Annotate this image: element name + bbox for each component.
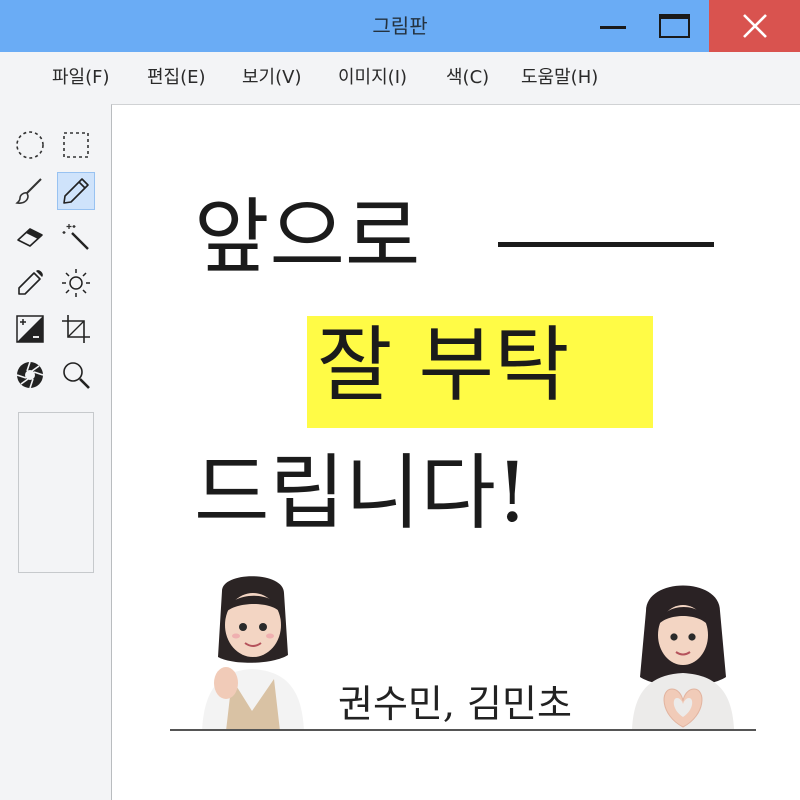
toolbox — [0, 104, 110, 800]
magic-wand-icon — [62, 224, 89, 250]
magic-wand-tool[interactable] — [57, 218, 95, 256]
menu-help[interactable]: 도움말(H) — [521, 52, 598, 104]
close-icon — [742, 14, 767, 38]
title-bar: 그림판 — [0, 0, 800, 52]
menu-edit[interactable]: 편집(E) — [147, 52, 206, 104]
brightness-tool[interactable] — [57, 264, 95, 302]
zoom-tool[interactable] — [57, 356, 95, 394]
minimize-icon — [600, 25, 626, 29]
eraser-icon — [17, 228, 43, 247]
pencil-icon — [63, 178, 89, 204]
invert-icon — [16, 315, 44, 343]
eyedropper-icon — [18, 270, 43, 295]
invert-tool[interactable] — [11, 310, 49, 348]
canvas-underline — [170, 729, 756, 731]
minimize-button[interactable] — [590, 0, 636, 52]
eraser-tool[interactable] — [11, 218, 49, 256]
brush-tool[interactable] — [11, 172, 49, 210]
color-preview-box — [18, 412, 94, 573]
text-line-1: 앞으로 — [194, 190, 421, 285]
maximize-button[interactable] — [646, 0, 702, 52]
crop-icon — [62, 315, 90, 343]
drawn-line — [498, 242, 714, 247]
ellipse-select-tool[interactable] — [11, 126, 49, 164]
aperture-icon — [16, 361, 44, 389]
drawing-canvas[interactable]: 앞으로 잘 부탁 드립니다! 권수민, 김민초 — [111, 104, 800, 800]
ellipse-select-icon — [16, 131, 44, 159]
avatar-right — [632, 585, 734, 729]
menu-image[interactable]: 이미지(I) — [338, 52, 407, 104]
menu-color[interactable]: 색(C) — [446, 52, 489, 104]
zoom-icon — [63, 362, 90, 389]
maximize-icon — [658, 14, 690, 38]
menu-bar: 파일(F) 편집(E) 보기(V) 이미지(I) 색(C) 도움말(H) — [0, 52, 800, 104]
author-names: 권수민, 김민초 — [338, 682, 572, 726]
avatar-left — [202, 576, 304, 731]
brightness-icon — [62, 269, 90, 297]
rect-select-icon — [63, 132, 89, 158]
pencil-tool[interactable] — [57, 172, 95, 210]
text-line-2: 잘 부탁 — [317, 318, 570, 413]
menu-view[interactable]: 보기(V) — [242, 52, 301, 104]
aperture-tool[interactable] — [11, 356, 49, 394]
rect-select-tool[interactable] — [57, 126, 95, 164]
crop-tool[interactable] — [57, 310, 95, 348]
text-line-3: 드립니다! — [194, 446, 529, 541]
brush-icon — [15, 178, 42, 204]
eyedropper-tool[interactable] — [11, 264, 49, 302]
close-button[interactable] — [709, 0, 800, 52]
menu-file[interactable]: 파일(F) — [52, 52, 110, 104]
